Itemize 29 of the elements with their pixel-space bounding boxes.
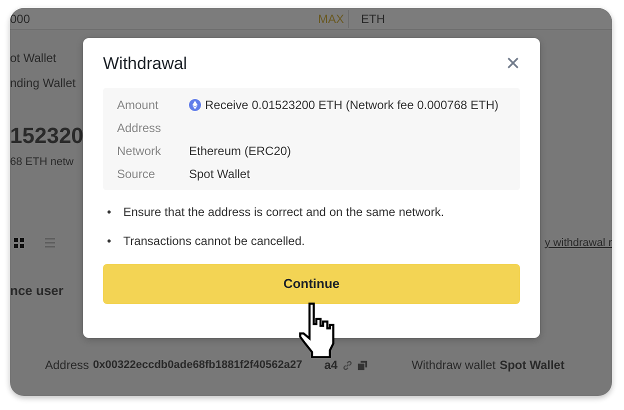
currency-label: ETH [348,10,418,28]
field-value: Spot Wallet [189,166,250,182]
address-label: Address [45,357,90,374]
address-value: 0x00322eccdb0ade68fb1881f2f40562a27 [93,358,302,373]
address-value: a4 [324,357,338,374]
amount-value: 000 [10,10,32,28]
field-value: Ethereum (ERC20) [189,142,292,160]
field-label: Source [117,166,156,182]
field-label: Network [117,142,162,160]
amount-total: 152320 [10,125,84,147]
dialog-title: Withdrawal [103,54,188,74]
link-icon[interactable] [342,360,353,370]
user-label: nce user [10,282,64,300]
fee-note: 68 ETH netw [10,155,74,170]
field-label: Amount [117,96,160,114]
bullet-mark: • [107,204,112,221]
withdrawal-link[interactable]: y withdrawal r [544,234,612,251]
field-label: Address [117,120,162,136]
withdraw-wallet-label: Withdraw wallet [412,357,496,374]
continue-button[interactable]: Continue [103,264,520,304]
grid-view-icon[interactable] [13,236,25,249]
notice-text: Transactions cannot be cancelled. [123,232,305,250]
field-value: Receive 0.01523200 ETH (Network fee 0.000768 ETH) [205,96,498,114]
withdraw-wallet-value: Spot Wallet [500,357,564,374]
ether-coin-icon [189,98,201,110]
close-button[interactable]: × [506,52,520,76]
copy-icon[interactable] [356,360,368,370]
notice-text: Ensure that the address is correct and on the same network. [123,204,444,221]
bullet-mark: • [107,232,112,250]
